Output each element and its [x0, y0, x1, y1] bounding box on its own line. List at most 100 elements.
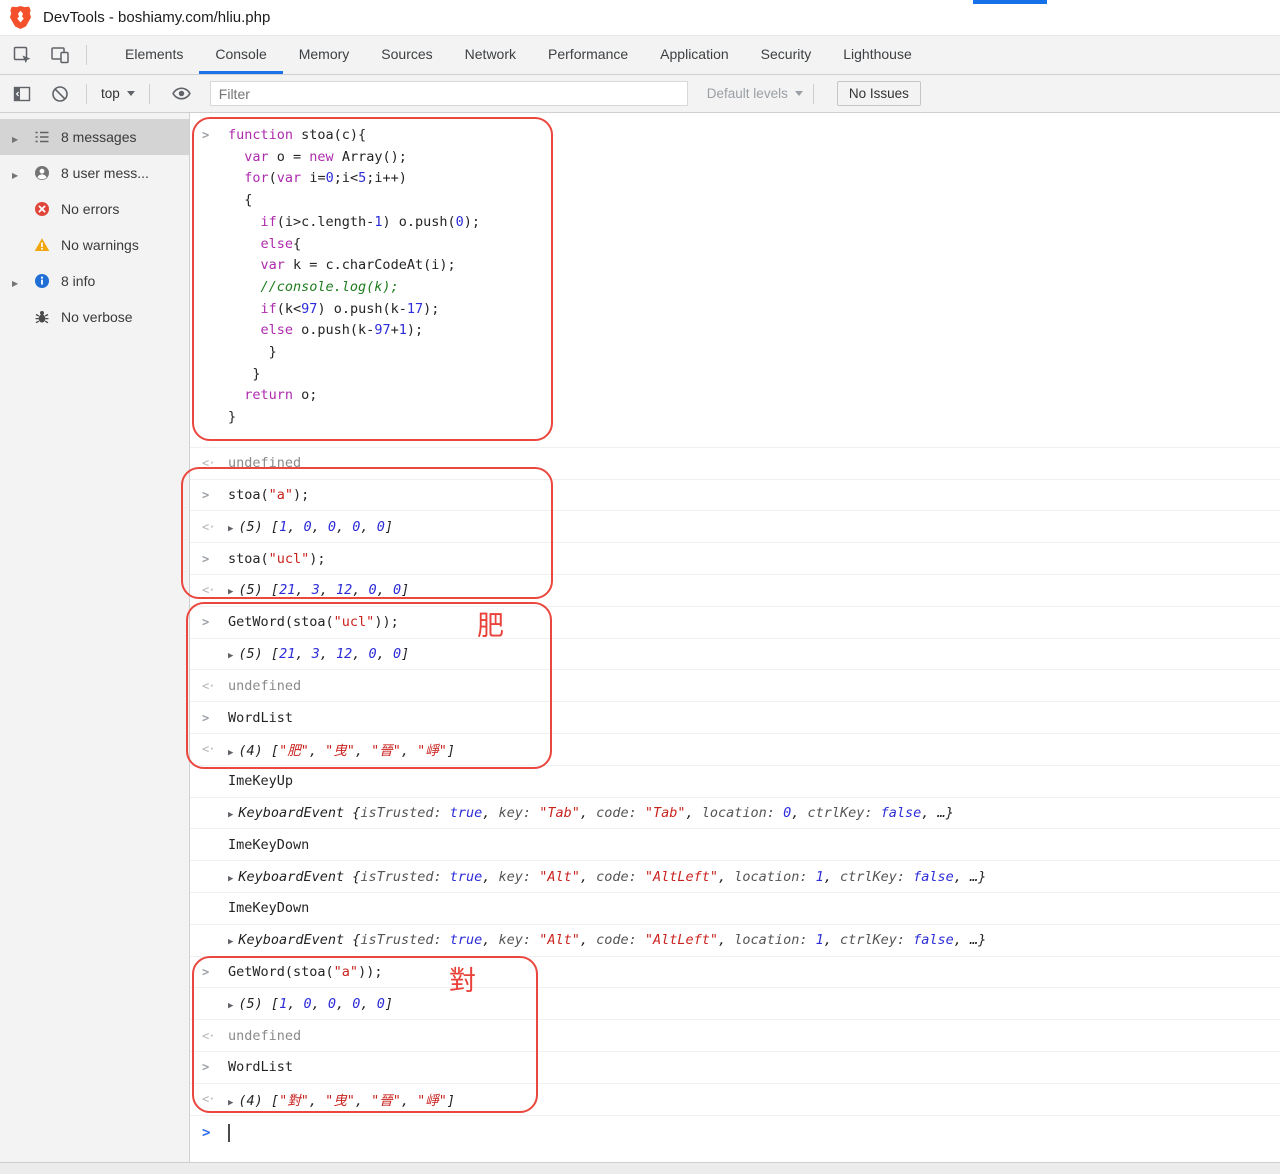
code-line: }: [228, 407, 1280, 429]
input-chevron-icon: [202, 614, 209, 630]
blue-strip-decoration: [973, 0, 1047, 4]
console-entry-text: GetWord(stoa("a"));: [228, 964, 382, 980]
no-issues-button[interactable]: No Issues: [837, 81, 921, 106]
expand-triangle-icon[interactable]: [12, 129, 28, 145]
expand-triangle-icon[interactable]: [12, 273, 28, 289]
clear-console-icon: [50, 84, 70, 104]
console-entry-text: WordList: [228, 1059, 293, 1075]
filter-input[interactable]: [210, 81, 688, 106]
console-entry-text: (5) [21, 3, 12, 0, 0]: [228, 582, 409, 598]
tab-security[interactable]: Security: [745, 36, 828, 74]
code-line: else{: [228, 234, 1280, 256]
console-entry-text: stoa("ucl");: [228, 551, 326, 567]
sidebar-item-label: 8 messages: [61, 129, 136, 145]
input-chevron-icon: [202, 127, 209, 143]
console-entry-input: GetWord(stoa("ucl"));: [190, 607, 1280, 639]
console-entry-text: undefined: [228, 1028, 301, 1044]
tab-console[interactable]: Console: [199, 36, 282, 74]
input-chevron-icon: [202, 710, 209, 726]
prompt-chevron-icon: [202, 1125, 210, 1141]
return-value-icon: [202, 519, 214, 535]
expand-triangle-icon[interactable]: [228, 743, 233, 759]
console-entry-text: GetWord(stoa("ucl"));: [228, 614, 399, 630]
sidebar-item-8-messages[interactable]: 8 messages: [0, 119, 189, 155]
window-title: DevTools - boshiamy.com/hliu.php: [43, 9, 270, 26]
sidebar-toggle-icon: [12, 84, 32, 104]
tab-memory[interactable]: Memory: [283, 36, 366, 74]
expand-triangle-icon[interactable]: [228, 996, 233, 1012]
code-line: //console.log(k);: [228, 277, 1280, 299]
sidebar-item-8-info[interactable]: 8 info: [0, 263, 189, 299]
console-entry-result: (5) [21, 3, 12, 0, 0]: [190, 639, 1280, 671]
console-sidebar-toggle-button[interactable]: [6, 84, 38, 104]
expand-triangle-icon[interactable]: [228, 805, 233, 821]
input-chevron-icon: [202, 1059, 209, 1075]
code-line: function stoa(c){: [228, 125, 1280, 147]
tab-performance[interactable]: Performance: [532, 36, 644, 74]
toolbar-separator: [149, 84, 150, 104]
console-entry-log: ImeKeyDown: [190, 829, 1280, 861]
tab-network[interactable]: Network: [449, 36, 532, 74]
inspect-element-button[interactable]: [6, 36, 38, 74]
console-entry-input: WordList: [190, 702, 1280, 734]
console-entry-text: ImeKeyDown: [228, 900, 309, 916]
sidebar-item-no-warnings[interactable]: No warnings: [0, 227, 189, 263]
error-icon: [34, 201, 51, 218]
console-entry-text: (5) [1, 0, 0, 0, 0]: [228, 996, 393, 1012]
expand-triangle-icon[interactable]: [228, 932, 233, 948]
text-cursor: [228, 1124, 230, 1142]
expand-triangle-icon[interactable]: [228, 646, 233, 662]
log-levels-selector[interactable]: Default levels: [707, 86, 803, 101]
console-main: 8 messages 8 user mess... No errors No warn…: [0, 113, 1280, 1162]
console-entry-result: (5) [1, 0, 0, 0, 0]: [190, 511, 1280, 543]
sidebar-item-no-errors[interactable]: No errors: [0, 191, 189, 227]
sidebar-item-8-user-mess-[interactable]: 8 user mess...: [0, 155, 189, 191]
tab-sources[interactable]: Sources: [365, 36, 448, 74]
console-messages: function stoa(c){ var o = new Array(); f…: [190, 113, 1280, 1162]
console-entry-text: KeyboardEvent {isTrusted: true, key: "Ta…: [228, 805, 954, 821]
clear-console-button[interactable]: [44, 84, 76, 104]
expand-triangle-icon[interactable]: [228, 869, 233, 885]
console-entry-text: ImeKeyUp: [228, 773, 293, 789]
expand-triangle-icon[interactable]: [12, 165, 28, 181]
expand-triangle-icon[interactable]: [228, 519, 233, 535]
device-toolbar-button[interactable]: [44, 36, 76, 74]
warning-icon: [34, 237, 51, 254]
console-entry-prompt[interactable]: [190, 1116, 1280, 1150]
tab-elements[interactable]: Elements: [109, 36, 199, 74]
code-line: return o;: [228, 385, 1280, 407]
return-value-icon: [202, 582, 214, 598]
sidebar-item-no-verbose[interactable]: No verbose: [0, 299, 189, 335]
console-entry-text: WordList: [228, 710, 293, 726]
console-entry-input: WordList: [190, 1052, 1280, 1084]
title-bar: DevTools - boshiamy.com/hliu.php: [0, 0, 1280, 36]
toolbar-separator: [86, 84, 87, 104]
sidebar-item-label: No warnings: [61, 237, 139, 253]
input-chevron-icon: [202, 551, 209, 567]
chevron-down-icon: [127, 91, 135, 96]
console-entry-result: (4) ["對", "曳", "晉", "崢"]: [190, 1084, 1280, 1116]
code-line: if(i>c.length-1) o.push(0);: [228, 212, 1280, 234]
input-chevron-icon: [202, 487, 209, 503]
context-selector-label: top: [101, 86, 120, 101]
panel-tab-bar: ElementsConsoleMemorySourcesNetworkPerfo…: [0, 36, 1280, 75]
console-toolbar: top Default levels No Issues: [0, 75, 1280, 113]
eye-icon: [171, 83, 192, 104]
tab-application[interactable]: Application: [644, 36, 745, 74]
tab-lighthouse[interactable]: Lighthouse: [827, 36, 928, 74]
code-line: var k = c.charCodeAt(i);: [228, 255, 1280, 277]
expand-triangle-icon[interactable]: [228, 1093, 233, 1109]
sidebar-item-label: No errors: [61, 201, 119, 217]
console-entry-text: KeyboardEvent {isTrusted: true, key: "Al…: [228, 869, 986, 885]
console-entry-text: ImeKeyDown: [228, 837, 309, 853]
console-entry-result: (4) ["肥", "曳", "晉", "崢"]: [190, 734, 1280, 766]
console-entry-text: stoa("a");: [228, 487, 309, 503]
context-selector[interactable]: top: [97, 86, 139, 101]
console-entry-log: ImeKeyUp: [190, 766, 1280, 798]
live-expression-button[interactable]: [166, 83, 198, 104]
expand-triangle-icon[interactable]: [228, 582, 233, 598]
code-line: }: [228, 364, 1280, 386]
code-line: else o.push(k-97+1);: [228, 320, 1280, 342]
drawer-strip: [0, 1162, 1280, 1174]
code-line: if(k<97) o.push(k-17);: [228, 299, 1280, 321]
